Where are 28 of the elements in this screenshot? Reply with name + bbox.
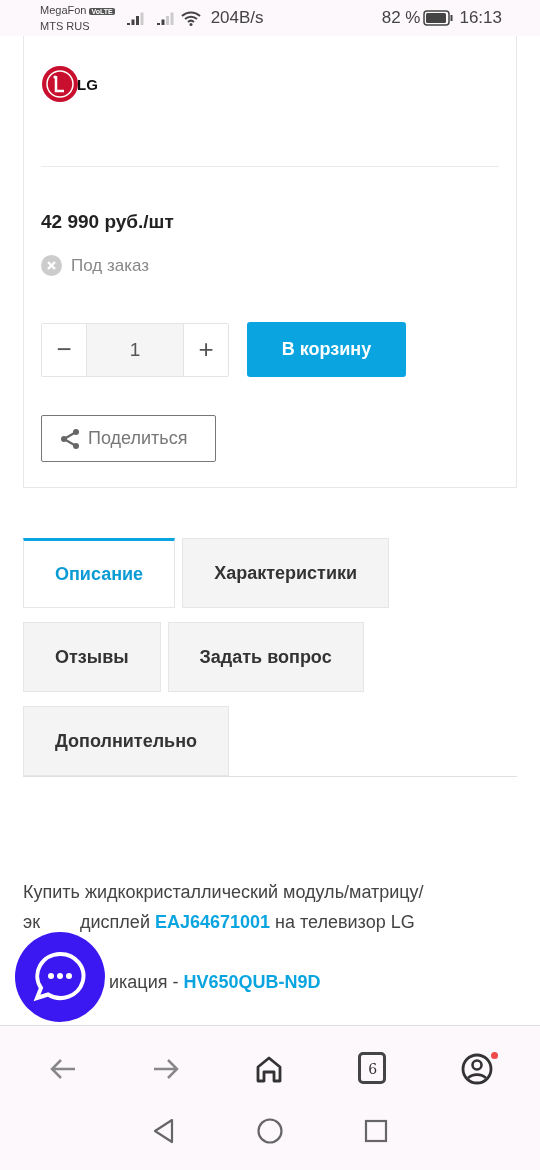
section-tab[interactable]: Отзывы	[23, 622, 161, 692]
section-tab[interactable]: Задать вопрос	[167, 622, 364, 692]
price: 42 990 руб./шт	[41, 211, 174, 233]
cross-circle-icon	[41, 255, 62, 276]
carrier-name: MTS RUS	[40, 19, 91, 33]
circle-icon	[257, 1118, 283, 1144]
home-icon	[255, 1054, 283, 1083]
brand-logo: LG	[41, 54, 111, 114]
network-speed: 204B/s	[210, 8, 264, 28]
clock: 16:13	[459, 8, 502, 28]
section-tab[interactable]: Характеристики	[182, 538, 390, 608]
description-paragraph: Купить жидкокристаллический модуль/матрицу/ эк дисплей EAJ64671001 на телевизор LG	[23, 881, 425, 934]
share-icon	[60, 427, 80, 450]
share-button[interactable]: Поделиться	[41, 415, 216, 462]
wifi-icon	[180, 10, 201, 26]
quantity-field[interactable]: 1	[86, 323, 184, 376]
back-arrow-icon	[49, 1056, 78, 1081]
availability-status: Под заказ	[71, 255, 150, 276]
signal-icon	[156, 11, 175, 25]
square-icon	[364, 1119, 388, 1143]
profile-icon	[460, 1052, 493, 1085]
section-tab[interactable]: Дополнительно	[23, 706, 230, 776]
triangle-icon	[152, 1118, 176, 1144]
forward-arrow-icon	[152, 1056, 181, 1081]
battery-percent: 82 %	[381, 8, 421, 28]
chat-bubble-icon	[33, 951, 87, 1003]
battery-icon	[423, 10, 454, 26]
signal-icon	[126, 11, 145, 25]
